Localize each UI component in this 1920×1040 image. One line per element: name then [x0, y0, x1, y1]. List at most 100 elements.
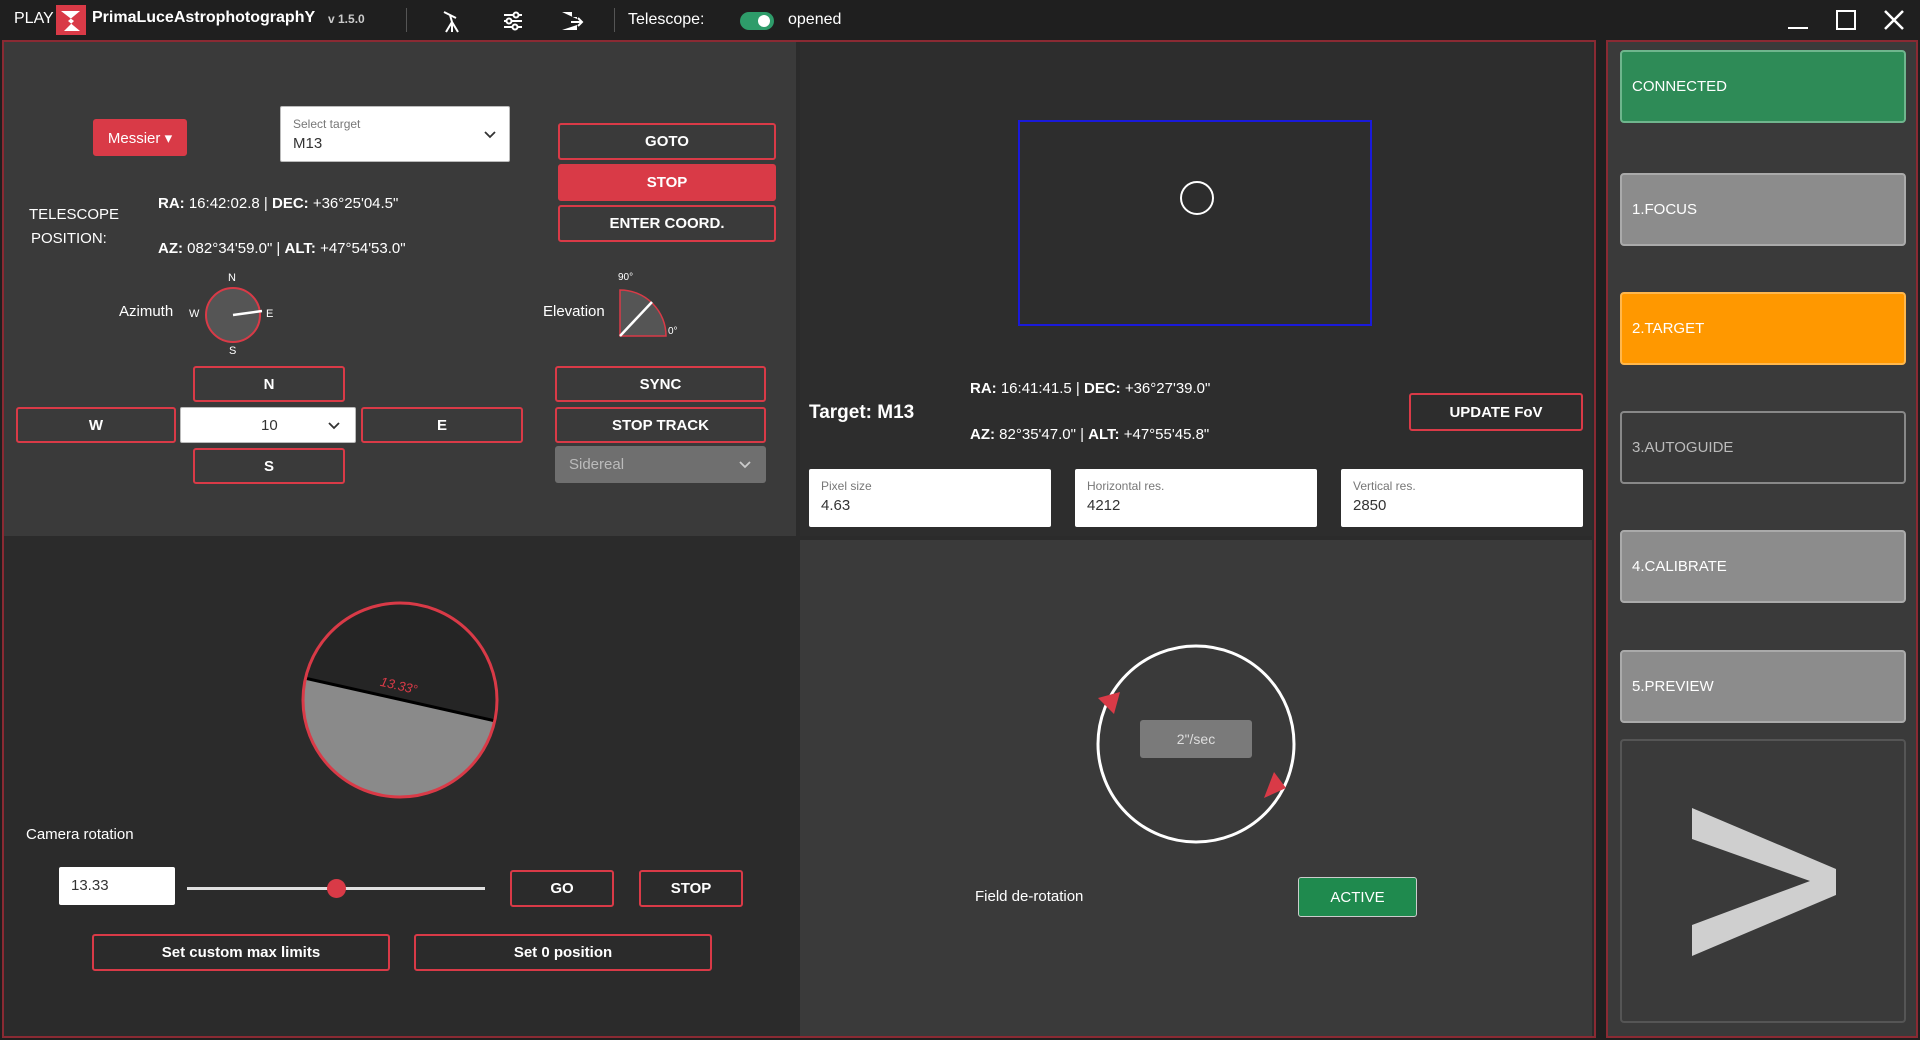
- step-target-button[interactable]: 2.TARGET: [1620, 292, 1906, 365]
- rotation-dial: 13.33°: [300, 600, 500, 800]
- step-size-select[interactable]: 10: [180, 407, 356, 443]
- horizontal-res-value: 4212: [1087, 497, 1121, 514]
- alt-value: +47°54'53.0": [320, 240, 406, 257]
- maximize-button[interactable]: [1826, 4, 1866, 36]
- set-zero-position-button[interactable]: Set 0 position: [414, 934, 712, 971]
- chevron-down-icon: [327, 418, 341, 437]
- update-fov-button[interactable]: UPDATE FoV: [1409, 393, 1583, 431]
- connected-status[interactable]: CONNECTED: [1620, 50, 1906, 123]
- dec-value: +36°27'39.0": [1124, 380, 1211, 397]
- maximize-icon: [1836, 10, 1856, 30]
- field-derotation-label: Field de-rotation: [975, 888, 1084, 905]
- target-azalt: AZ: 82°35'47.0" | ALT: +47°55'45.8": [970, 426, 1210, 443]
- step-preview-button[interactable]: 5.PREVIEW: [1620, 650, 1906, 723]
- settings-sliders-icon[interactable]: [500, 8, 526, 34]
- horizontal-res-field[interactable]: Horizontal res. 4212: [1075, 469, 1317, 527]
- move-east-button[interactable]: E: [361, 407, 523, 443]
- rotation-angle-value: 13.33: [71, 877, 109, 894]
- select-target-placeholder: Select target: [293, 117, 361, 131]
- step-size-value: 10: [261, 417, 278, 434]
- minimize-icon: [1788, 27, 1808, 29]
- rotation-slider-handle[interactable]: [327, 879, 346, 898]
- sync-button[interactable]: SYNC: [555, 366, 766, 402]
- telescope-radec: RA: 16:42:02.8 | DEC: +36°25'04.5": [158, 195, 399, 212]
- dec-value: +36°25'04.5": [312, 195, 399, 212]
- derotation-speed: 2"/sec: [1140, 720, 1252, 758]
- telescope-position-label-2: POSITION:: [31, 230, 107, 247]
- elevation-90: 90°: [618, 272, 634, 283]
- minimize-button[interactable]: [1778, 4, 1818, 36]
- stop-track-button[interactable]: STOP TRACK: [555, 407, 766, 443]
- chevron-down-icon: [483, 127, 497, 146]
- pixel-size-field[interactable]: Pixel size 4.63: [809, 469, 1051, 527]
- az-value: 082°34'59.0": [187, 240, 273, 257]
- set-custom-limits-button[interactable]: Set custom max limits: [92, 934, 390, 971]
- vertical-res-label: Vertical res.: [1353, 479, 1416, 493]
- telescope-toggle[interactable]: [740, 12, 774, 30]
- rotate-go-button[interactable]: GO: [510, 870, 614, 907]
- ra-value: 16:42:02.8: [188, 195, 260, 212]
- compass-n: N: [228, 272, 236, 284]
- step-autoguide-button[interactable]: 3.AUTOGUIDE: [1620, 411, 1906, 484]
- compass-s: S: [229, 345, 237, 357]
- az-label: AZ:: [970, 426, 995, 443]
- move-north-button[interactable]: N: [193, 366, 345, 402]
- next-step-button[interactable]: [1620, 739, 1906, 1023]
- separator: [614, 8, 615, 32]
- fov-frame: [1018, 120, 1372, 326]
- rotate-stop-button[interactable]: STOP: [639, 870, 743, 907]
- vertical-res-value: 2850: [1353, 497, 1387, 514]
- pixel-size-label: Pixel size: [821, 479, 872, 493]
- azimuth-compass: N S E W: [186, 270, 276, 360]
- step-focus-button[interactable]: 1.FOCUS: [1620, 173, 1906, 246]
- alt-label: ALT:: [284, 240, 316, 257]
- move-south-button[interactable]: S: [193, 448, 345, 484]
- stop-button[interactable]: STOP: [558, 164, 776, 201]
- telescope-state: opened: [788, 11, 842, 28]
- select-target-value: M13: [293, 135, 323, 152]
- separator: [406, 8, 407, 32]
- goto-button[interactable]: GOTO: [558, 123, 776, 160]
- az-label: AZ:: [158, 240, 183, 257]
- ra-value: 16:41:41.5: [1000, 380, 1072, 397]
- enter-coord-button[interactable]: ENTER COORD.: [558, 205, 776, 242]
- rotate-arrow-icon: [1098, 692, 1120, 714]
- elevation-label: Elevation: [543, 303, 605, 320]
- telescope-azalt: AZ: 082°34'59.0" | ALT: +47°54'53.0": [158, 240, 406, 257]
- dec-label: DEC:: [1083, 380, 1121, 397]
- target-title: Target: M13: [809, 402, 915, 423]
- azimuth-label: Azimuth: [119, 303, 174, 320]
- target-radec: RA: 16:41:41.5 | DEC: +36°27'39.0": [970, 380, 1211, 397]
- telescope-label: Telescope:: [628, 11, 705, 28]
- telescope-icon[interactable]: [438, 8, 464, 34]
- rotation-angle-input[interactable]: 13.33: [59, 867, 175, 905]
- tracking-mode-select[interactable]: Sidereal: [555, 446, 766, 483]
- dec-label: DEC:: [271, 195, 309, 212]
- vertical-res-field[interactable]: Vertical res. 2850: [1341, 469, 1583, 527]
- compass-w: W: [189, 308, 200, 320]
- chevron-down-icon: [738, 457, 752, 476]
- rotate-arrow-icon: [1264, 772, 1286, 798]
- close-icon: [1884, 10, 1904, 30]
- ra-label: RA:: [158, 195, 185, 212]
- camera-rotation-label: Camera rotation: [26, 826, 134, 843]
- step-calibrate-button[interactable]: 4.CALIBRATE: [1620, 530, 1906, 603]
- export-icon[interactable]: [558, 8, 584, 34]
- alt-label: ALT:: [1088, 426, 1120, 443]
- close-button[interactable]: [1874, 4, 1914, 36]
- alt-value: +47°55'45.8": [1123, 426, 1210, 443]
- rotation-slider-track[interactable]: [187, 879, 485, 898]
- catalog-dropdown-button[interactable]: Messier ▾: [93, 119, 187, 156]
- move-west-button[interactable]: W: [16, 407, 176, 443]
- app-logo-icon: [56, 5, 86, 35]
- title-bar: PLAY PrimaLuceAstrophotographY v 1.5.0 T…: [0, 0, 1920, 40]
- app-name: PrimaLuceAstrophotographY: [92, 9, 316, 26]
- tracking-mode-value: Sidereal: [569, 456, 625, 473]
- toggle-knob: [758, 15, 770, 27]
- elevation-gauge: 90° 0°: [618, 272, 684, 338]
- play-label: PLAY: [14, 10, 54, 27]
- compass-e: E: [266, 308, 274, 320]
- select-target-dropdown[interactable]: Select target M13: [280, 106, 510, 162]
- target-marker: [1180, 181, 1214, 215]
- derotation-active-button[interactable]: ACTIVE: [1298, 877, 1417, 917]
